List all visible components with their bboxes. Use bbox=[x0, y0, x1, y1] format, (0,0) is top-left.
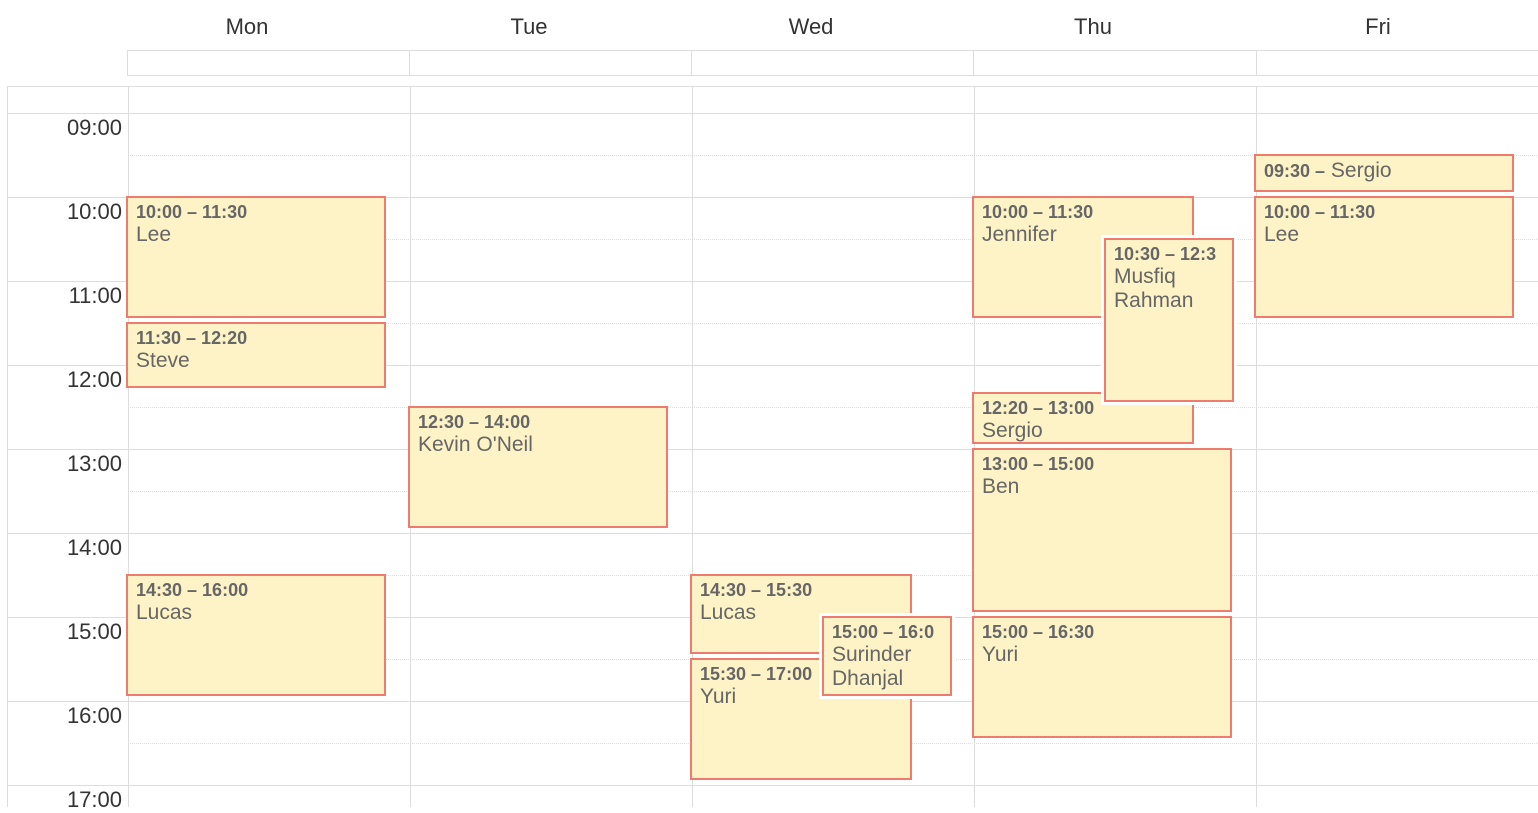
event-title: Lee bbox=[136, 223, 172, 246]
event-mon-lee[interactable]: 10:00 – 11:30 Lee bbox=[126, 196, 386, 318]
day-column-divider bbox=[1256, 87, 1257, 807]
event-title: Surinder Dhanjal bbox=[832, 643, 912, 690]
event-mon-lucas[interactable]: 14:30 – 16:00 Lucas bbox=[126, 574, 386, 696]
day-header-fri[interactable]: Fri bbox=[1255, 12, 1501, 42]
event-time: 10:00 – 11:30 bbox=[982, 202, 1094, 222]
all-day-row[interactable] bbox=[127, 50, 1538, 76]
event-fri-lee[interactable]: 10:00 – 11:30 Lee bbox=[1254, 196, 1514, 318]
event-tue-kevin[interactable]: 12:30 – 14:00 Kevin O'Neil bbox=[408, 406, 668, 528]
half-hour-line bbox=[128, 491, 1538, 492]
event-thu-yuri[interactable]: 15:00 – 16:30 Yuri bbox=[972, 616, 1232, 738]
grid-line bbox=[8, 113, 1538, 114]
event-fri-sergio[interactable]: 09:30 – Sergio bbox=[1254, 154, 1514, 192]
half-hour-line bbox=[128, 407, 1538, 408]
grid-line bbox=[8, 533, 1538, 534]
event-title: Lucas bbox=[136, 601, 193, 624]
time-label-1600: 16:00 bbox=[66, 703, 122, 728]
day-header-wed[interactable]: Wed bbox=[691, 12, 931, 42]
all-day-divider bbox=[409, 50, 410, 76]
all-day-divider bbox=[973, 50, 974, 76]
event-title: Sergio bbox=[982, 419, 1043, 442]
time-label-1500: 15:00 bbox=[66, 619, 122, 644]
event-time: 15:00 – 16:0 bbox=[832, 622, 935, 642]
all-day-divider bbox=[691, 50, 692, 76]
event-time: 10:00 – 11:30 bbox=[136, 202, 248, 222]
time-label-1700: 17:00 bbox=[66, 787, 122, 812]
day-header-mon[interactable]: Mon bbox=[127, 12, 367, 42]
time-label-1400: 14:00 bbox=[66, 535, 122, 560]
event-time: 12:30 – 14:00 bbox=[418, 412, 531, 432]
event-time: 10:30 – 12:3 bbox=[1114, 244, 1217, 264]
event-time: 11:30 – 12:20 bbox=[136, 328, 248, 348]
day-header-thu[interactable]: Thu bbox=[973, 12, 1213, 42]
grid-line bbox=[8, 449, 1538, 450]
event-title: Yuri bbox=[982, 643, 1019, 666]
event-time: 13:00 – 15:00 bbox=[982, 454, 1095, 474]
event-title: Kevin O'Neil bbox=[418, 433, 533, 456]
time-label-1100: 11:00 bbox=[68, 283, 122, 308]
event-time: 10:00 – 11:30 bbox=[1264, 202, 1376, 222]
time-label-1000: 10:00 bbox=[66, 199, 122, 224]
event-time: 15:00 – 16:30 bbox=[982, 622, 1095, 642]
day-column-divider bbox=[128, 87, 129, 807]
day-header-tue[interactable]: Tue bbox=[409, 12, 649, 42]
time-label-1300: 13:00 bbox=[66, 451, 122, 476]
all-day-divider bbox=[1256, 50, 1257, 76]
event-time: 14:30 – 15:30 bbox=[700, 580, 813, 600]
event-title: Ben bbox=[982, 475, 1020, 498]
event-time: 14:30 – 16:00 bbox=[136, 580, 249, 600]
event-mon-steve[interactable]: 11:30 – 12:20 Steve bbox=[126, 322, 386, 388]
event-thu-ben[interactable]: 13:00 – 15:00 Ben bbox=[972, 448, 1232, 612]
event-title: Sergio bbox=[1330, 159, 1392, 182]
event-time: 09:30 – bbox=[1264, 161, 1326, 181]
time-label-0900: 09:00 bbox=[66, 115, 122, 140]
time-label-1200: 12:00 bbox=[66, 367, 122, 392]
event-title: Steve bbox=[136, 349, 190, 372]
grid-line bbox=[8, 785, 1538, 786]
event-title: Musfiq Rahman bbox=[1114, 265, 1194, 312]
event-wed-surinder[interactable]: 15:00 – 16:0 Surinder Dhanjal bbox=[822, 616, 952, 696]
event-title: Lee bbox=[1264, 223, 1300, 246]
event-thu-musfiq[interactable]: 10:30 – 12:3 Musfiq Rahman bbox=[1104, 238, 1234, 402]
